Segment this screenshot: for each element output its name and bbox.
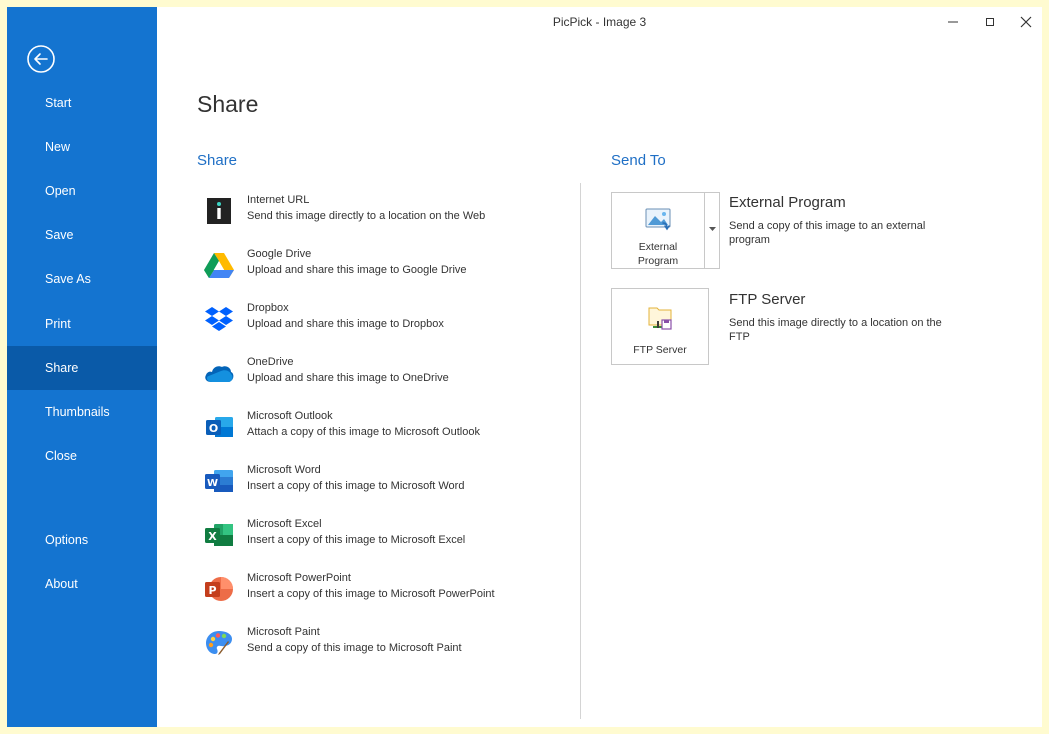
sidebar: Start New Open Save Save As Print Share … (7, 7, 157, 727)
sidebar-item-options[interactable]: Options (7, 518, 157, 562)
share-item-name: Dropbox (247, 302, 289, 314)
internet-url-icon (207, 198, 231, 224)
external-program-desc: Send a copy of this image to an external… (729, 220, 926, 246)
share-item-excel[interactable]: X Microsoft Excel Insert a copy of this … (197, 513, 567, 565)
sidebar-item-open[interactable]: Open (7, 169, 157, 213)
share-item-desc: Insert a copy of this image to Microsoft… (247, 588, 495, 600)
sidebar-item-print[interactable]: Print (7, 302, 157, 346)
sidebar-item-about[interactable]: About (7, 562, 157, 606)
share-item-desc: Upload and share this image to OneDrive (247, 372, 449, 384)
share-item-desc: Insert a copy of this image to Microsoft… (247, 534, 466, 546)
section-divider (580, 183, 581, 719)
sidebar-item-label: Share (45, 361, 79, 375)
share-item-desc: Upload and share this image to Dropbox (247, 318, 444, 330)
share-item-name: Microsoft Word (247, 464, 321, 476)
svg-text:X: X (208, 530, 217, 543)
sidebar-item-label: About (45, 577, 78, 591)
google-drive-icon (204, 253, 234, 278)
back-arrow-icon (27, 45, 55, 73)
sidebar-item-label: Start (45, 96, 72, 110)
page-title: Share (197, 91, 259, 117)
share-item-desc: Send a copy of this image to Microsoft P… (247, 642, 462, 654)
share-item-name: Microsoft Paint (247, 626, 320, 638)
excel-icon: X (205, 524, 233, 546)
maximize-button[interactable] (975, 9, 1005, 35)
share-item-outlook[interactable]: O Microsoft Outlook Attach a copy of thi… (197, 405, 567, 457)
share-item-dropbox[interactable]: Dropbox Upload and share this image to D… (197, 297, 567, 349)
sidebar-item-save-as[interactable]: Save As (7, 257, 157, 301)
app-window: Start New Open Save Save As Print Share … (7, 7, 1042, 727)
ftp-server-title: FTP Server (729, 291, 806, 308)
share-item-onedrive[interactable]: OneDrive Upload and share this image to … (197, 351, 567, 403)
external-program-dropdown[interactable] (704, 192, 720, 269)
sidebar-item-close[interactable]: Close (7, 434, 157, 478)
sidebar-item-thumbnails[interactable]: Thumbnails (7, 390, 157, 434)
word-icon: W (205, 470, 233, 492)
sidebar-item-label: New (45, 140, 71, 154)
share-item-paint[interactable]: Microsoft Paint Send a copy of this imag… (197, 621, 567, 673)
powerpoint-icon: P (205, 577, 233, 601)
share-item-name: Internet URL (247, 194, 310, 206)
paint-icon (206, 631, 232, 655)
close-window-button[interactable] (1011, 9, 1041, 35)
onedrive-icon (205, 366, 234, 382)
share-item-desc: Attach a copy of this image to Microsoft… (247, 426, 480, 438)
share-item-name: Google Drive (247, 248, 312, 260)
external-program-button-label-2: Program (637, 255, 679, 267)
share-heading: Share (197, 152, 238, 169)
external-program-button[interactable]: External Program (611, 192, 705, 269)
sidebar-item-label: Thumbnails (45, 405, 110, 419)
sidebar-item-label: Save (45, 228, 74, 242)
share-item-internet-url[interactable]: Internet URL Send this image directly to… (197, 189, 567, 241)
ftp-server-icon (648, 307, 672, 330)
share-item-google-drive[interactable]: Google Drive Upload and share this image… (197, 243, 567, 295)
share-item-name: OneDrive (247, 356, 294, 368)
back-button[interactable] (25, 43, 57, 75)
sidebar-item-label: Print (45, 317, 71, 331)
sidebar-item-start[interactable]: Start (7, 81, 157, 125)
share-item-desc: Send this image directly to a location o… (247, 210, 486, 222)
maximize-icon (986, 18, 994, 26)
minimize-icon (948, 21, 958, 23)
share-item-word[interactable]: W Microsoft Word Insert a copy of this i… (197, 459, 567, 511)
sidebar-item-save[interactable]: Save (7, 213, 157, 257)
minimize-button[interactable] (938, 9, 968, 35)
share-item-name: Microsoft Outlook (247, 410, 333, 422)
sidebar-item-label: Close (45, 449, 77, 463)
close-icon (1020, 16, 1032, 28)
svg-text:P: P (208, 584, 216, 597)
share-item-name: Microsoft Excel (247, 518, 322, 530)
window-title: PicPick - Image 3 (552, 15, 647, 29)
svg-text:W: W (207, 478, 218, 489)
sidebar-item-new[interactable]: New (7, 125, 157, 169)
ftp-server-button[interactable]: FTP Server (611, 288, 709, 365)
sidebar-item-label: Open (45, 184, 76, 198)
share-item-powerpoint[interactable]: P Microsoft PowerPoint Insert a copy of … (197, 567, 567, 619)
external-program-button-label: External (638, 241, 678, 253)
share-item-name: Microsoft PowerPoint (247, 572, 351, 584)
ftp-server-desc: Send this image directly to a location o… (729, 317, 942, 343)
ftp-server-button-label: FTP Server (633, 344, 687, 356)
sidebar-item-share[interactable]: Share (7, 346, 157, 390)
external-program-icon (645, 208, 671, 231)
dropbox-icon (205, 307, 233, 331)
sendto-heading: Send To (611, 152, 666, 169)
chevron-down-icon (708, 227, 716, 231)
share-item-desc: Upload and share this image to Google Dr… (247, 264, 467, 276)
outlook-icon: O (206, 417, 233, 437)
svg-text:O: O (209, 422, 218, 435)
share-item-desc: Insert a copy of this image to Microsoft… (247, 480, 465, 492)
external-program-title: External Program (729, 194, 846, 211)
sidebar-item-label: Save As (45, 272, 91, 286)
sidebar-item-label: Options (45, 533, 89, 547)
